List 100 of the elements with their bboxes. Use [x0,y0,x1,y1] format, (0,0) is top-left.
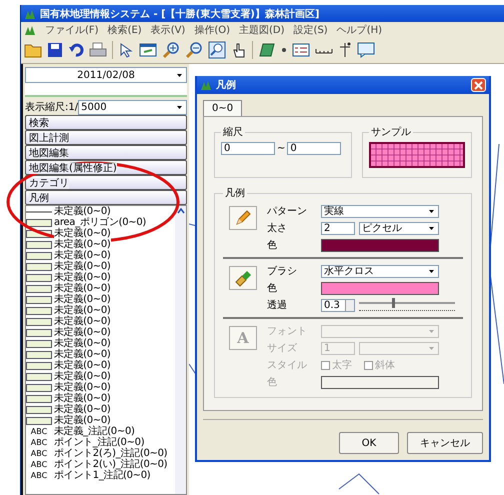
legend-label[interactable]: 未定義(0~0) [54,327,111,338]
legend-label[interactable]: 未定義(0~0) [54,283,111,294]
brush-icon[interactable] [233,268,253,288]
fill-swatch-icon [26,240,52,248]
group-title: サンプル [370,126,412,139]
legend-label[interactable]: 未定義(0~0) [54,239,111,250]
legend-label[interactable]: ポイント2(い)_注記(0~0) [54,459,168,470]
legend-label[interactable]: 未定義(0~0) [54,360,111,371]
fill-swatch-icon [26,340,52,348]
panel-button[interactable]: 図上計測 [25,130,187,145]
opacity-slider[interactable] [359,298,455,312]
printer-icon[interactable] [89,42,107,58]
pointer-icon[interactable] [118,42,134,58]
zoom-out-icon[interactable] [185,41,203,59]
range-separator: ~ [277,143,286,154]
pencil-icon[interactable] [233,208,253,228]
legend-label[interactable]: 未定義(0~0) [54,305,111,316]
fill-swatch-icon [26,296,52,304]
legend-label[interactable]: 未定義(0~0) [54,228,111,239]
fill-swatch-icon [26,372,52,380]
color-swatch[interactable] [321,376,439,388]
hand-icon[interactable] [231,42,247,58]
legend-label[interactable]: ポイント2(ろ)_注記(0~0) [54,448,168,459]
field-label: 太さ [267,222,288,235]
unit-dropdown[interactable]: ピクセル [359,222,439,234]
menu-item[interactable]: 表示(V) [150,22,186,36]
legend-label[interactable]: 未定義(0~0) [54,349,111,360]
fill-swatch-icon [26,416,52,424]
input-field[interactable]: 2 [321,222,355,234]
legend-label[interactable]: 未定義(0~0) [54,316,111,327]
dot-icon[interactable] [281,47,287,53]
slider-thumb[interactable] [392,298,395,308]
tree-app-icon [200,79,212,91]
annotation-sample: ABC [30,470,48,481]
dialog-title: 凡例 [216,78,237,92]
scrollbar[interactable] [175,206,186,494]
legend-label[interactable]: 未定義(0~0) [54,294,111,305]
panel-button[interactable]: 検索 [25,115,187,130]
legend-label[interactable]: 未定義(0~0) [54,250,111,261]
legend-label[interactable]: ポイント_注記(0~0) [54,437,144,448]
legend-label[interactable]: 未定義(0~0) [54,404,111,415]
tab[interactable]: 0~0 [203,100,242,116]
annotation-sample: ABC [30,426,48,437]
legend-label[interactable]: 未定義_注記(0~0) [54,426,135,437]
legend-label[interactable]: 未定義(0~0) [54,382,111,393]
folder-icon[interactable] [24,42,42,58]
map-icon[interactable] [258,42,276,58]
tree-app-icon [24,8,36,20]
scale-dropdown[interactable]: 5000 [78,100,187,114]
menu-item[interactable]: 主題図(D) [239,22,285,36]
scale-label: 表示縮尺:1/ [25,100,78,114]
cancel-button[interactable]: キャンセル [407,432,483,454]
undo-icon[interactable] [68,42,84,58]
brush-dropdown[interactable]: 水平クロス [321,264,439,278]
panel-button[interactable]: 地図編集 [25,145,187,160]
close-button[interactable] [471,78,486,92]
menu-item[interactable]: 設定(S) [294,22,328,36]
close-icon [474,80,483,90]
date-dropdown[interactable]: 2011/02/08 [25,67,187,83]
fill-swatch-icon [26,384,52,392]
fill-swatch-icon [26,406,52,414]
legend-label[interactable]: ポイント1_注記(0~0) [54,470,150,481]
zoom-box-icon[interactable] [208,41,226,59]
legend-label[interactable]: 未定義(0~0) [54,206,111,217]
fill-swatch-icon [26,284,52,292]
legend-label[interactable]: 未定義(0~0) [54,261,111,272]
annotation-sample: ABC [30,448,48,459]
group-title: 縮尺 [222,126,244,139]
legend-label[interactable]: 未定義(0~0) [54,272,111,283]
panel-button[interactable]: 凡例 [25,190,187,205]
legend-label[interactable]: 未定義(0~0) [54,371,111,382]
zoom-in-icon[interactable] [162,41,180,59]
fill-swatch-icon [26,394,52,402]
field-label: 色 [267,282,278,295]
menu-item[interactable]: 検索(E) [108,22,142,36]
input-field[interactable]: 0 [287,142,342,155]
legend-label[interactable]: area_ポリゴン(0~0) [54,217,146,228]
legend-label[interactable]: 未定義(0~0) [54,415,111,426]
window-icon[interactable] [139,42,157,58]
speech-bubble-icon[interactable] [357,42,375,58]
panel-button[interactable]: 地図編集(属性修正) [25,160,187,175]
color-swatch[interactable] [321,238,439,252]
field-label: 透過 [267,298,288,312]
fill-swatch-icon [26,252,52,260]
color-swatch[interactable] [321,282,439,294]
list-icon[interactable] [292,42,310,58]
crosshair-icon[interactable] [338,42,352,58]
pattern-dropdown[interactable]: 実線 [321,204,439,218]
input-field[interactable]: 0 [221,142,275,155]
opacity-spinner[interactable]: 0.3 [321,298,355,312]
menu-item[interactable]: 操作(O) [194,22,230,36]
panel-button[interactable]: カテゴリ [25,175,187,190]
menu-item[interactable]: ヘルプ(H) [336,22,382,36]
ok-button[interactable]: OK [339,432,399,454]
menu-item[interactable]: ファイル(F) [45,22,99,36]
legend-label[interactable]: 未定義(0~0) [54,338,111,349]
scroll-up-icon[interactable] [176,206,186,216]
fill-swatch-icon [26,218,52,226]
legend-label[interactable]: 未定義(0~0) [54,393,111,404]
field-label: 色 [267,239,278,252]
